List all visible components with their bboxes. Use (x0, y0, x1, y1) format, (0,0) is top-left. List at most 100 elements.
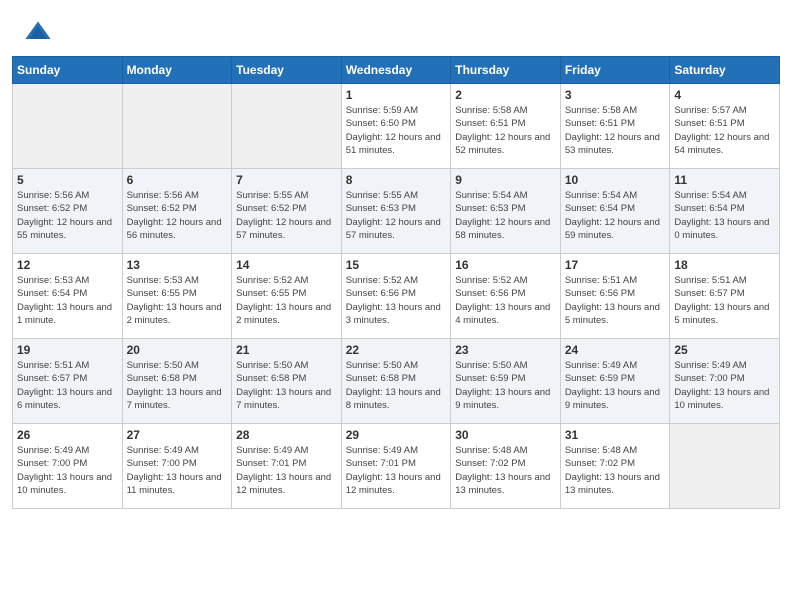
day-info: Sunrise: 5:48 AM Sunset: 7:02 PM Dayligh… (455, 444, 556, 497)
calendar-cell: 29 Sunrise: 5:49 AM Sunset: 7:01 PM Dayli… (341, 424, 451, 509)
day-number: 27 (127, 428, 228, 442)
logo-icon (24, 18, 52, 46)
day-number: 26 (17, 428, 118, 442)
day-number: 22 (346, 343, 447, 357)
calendar-cell: 23 Sunrise: 5:50 AM Sunset: 6:59 PM Dayli… (451, 339, 561, 424)
weekday-header-wednesday: Wednesday (341, 57, 451, 84)
day-info: Sunrise: 5:52 AM Sunset: 6:55 PM Dayligh… (236, 274, 337, 327)
day-number: 4 (674, 88, 775, 102)
calendar-cell (670, 424, 780, 509)
day-number: 8 (346, 173, 447, 187)
day-number: 11 (674, 173, 775, 187)
day-info: Sunrise: 5:54 AM Sunset: 6:54 PM Dayligh… (674, 189, 775, 242)
calendar-cell: 5 Sunrise: 5:56 AM Sunset: 6:52 PM Daylig… (13, 169, 123, 254)
calendar-cell: 12Sunrise: 5:53 AM Sunset: 6:54 PM Dayli… (13, 254, 123, 339)
day-number: 12 (17, 258, 118, 272)
day-number: 16 (455, 258, 556, 272)
day-number: 19 (17, 343, 118, 357)
calendar-header: SundayMondayTuesdayWednesdayThursdayFrid… (13, 57, 780, 84)
calendar-cell: 22 Sunrise: 5:50 AM Sunset: 6:58 PM Dayli… (341, 339, 451, 424)
day-info: Sunrise: 5:51 AM Sunset: 6:57 PM Dayligh… (17, 359, 118, 412)
calendar-cell: 24Sunrise: 5:49 AM Sunset: 6:59 PM Dayli… (560, 339, 670, 424)
calendar-cell: 13Sunrise: 5:53 AM Sunset: 6:55 PM Dayli… (122, 254, 232, 339)
day-info: Sunrise: 5:52 AM Sunset: 6:56 PM Dayligh… (455, 274, 556, 327)
day-number: 20 (127, 343, 228, 357)
day-number: 15 (346, 258, 447, 272)
calendar-table: SundayMondayTuesdayWednesdayThursdayFrid… (12, 56, 780, 509)
day-info: Sunrise: 5:55 AM Sunset: 6:53 PM Dayligh… (346, 189, 447, 242)
weekday-header-monday: Monday (122, 57, 232, 84)
calendar-cell: 3Sunrise: 5:58 AM Sunset: 6:51 PM Daylig… (560, 84, 670, 169)
calendar-cell: 11 Sunrise: 5:54 AM Sunset: 6:54 PM Dayli… (670, 169, 780, 254)
day-info: Sunrise: 5:56 AM Sunset: 6:52 PM Dayligh… (127, 189, 228, 242)
day-number: 17 (565, 258, 666, 272)
day-info: Sunrise: 5:50 AM Sunset: 6:59 PM Dayligh… (455, 359, 556, 412)
day-number: 30 (455, 428, 556, 442)
calendar-cell: 31 Sunrise: 5:48 AM Sunset: 7:02 PM Dayli… (560, 424, 670, 509)
calendar-cell: 8 Sunrise: 5:55 AM Sunset: 6:53 PM Daylig… (341, 169, 451, 254)
day-number: 23 (455, 343, 556, 357)
calendar-cell: 28 Sunrise: 5:49 AM Sunset: 7:01 PM Dayli… (232, 424, 342, 509)
calendar-cell: 17 Sunrise: 5:51 AM Sunset: 6:56 PM Dayli… (560, 254, 670, 339)
day-info: Sunrise: 5:50 AM Sunset: 6:58 PM Dayligh… (127, 359, 228, 412)
calendar-cell: 14 Sunrise: 5:52 AM Sunset: 6:55 PM Dayli… (232, 254, 342, 339)
day-info: Sunrise: 5:55 AM Sunset: 6:52 PM Dayligh… (236, 189, 337, 242)
day-info: Sunrise: 5:56 AM Sunset: 6:52 PM Dayligh… (17, 189, 118, 242)
calendar-cell (13, 84, 123, 169)
calendar-cell: 4 Sunrise: 5:57 AM Sunset: 6:51 PM Daylig… (670, 84, 780, 169)
weekday-header-saturday: Saturday (670, 57, 780, 84)
day-info: Sunrise: 5:57 AM Sunset: 6:51 PM Dayligh… (674, 104, 775, 157)
day-number: 9 (455, 173, 556, 187)
day-info: Sunrise: 5:58 AM Sunset: 6:51 PM Dayligh… (455, 104, 556, 157)
day-info: Sunrise: 5:54 AM Sunset: 6:53 PM Dayligh… (455, 189, 556, 242)
day-number: 25 (674, 343, 775, 357)
day-info: Sunrise: 5:48 AM Sunset: 7:02 PM Dayligh… (565, 444, 666, 497)
calendar-cell: 1Sunrise: 5:59 AM Sunset: 6:50 PM Daylig… (341, 84, 451, 169)
day-info: Sunrise: 5:49 AM Sunset: 7:01 PM Dayligh… (346, 444, 447, 497)
day-number: 2 (455, 88, 556, 102)
day-number: 6 (127, 173, 228, 187)
calendar-cell: 16 Sunrise: 5:52 AM Sunset: 6:56 PM Dayli… (451, 254, 561, 339)
day-info: Sunrise: 5:49 AM Sunset: 7:00 PM Dayligh… (674, 359, 775, 412)
day-info: Sunrise: 5:59 AM Sunset: 6:50 PM Dayligh… (346, 104, 447, 157)
calendar-week-4: 19 Sunrise: 5:51 AM Sunset: 6:57 PM Dayli… (13, 339, 780, 424)
calendar-cell: 26 Sunrise: 5:49 AM Sunset: 7:00 PM Dayli… (13, 424, 123, 509)
day-number: 29 (346, 428, 447, 442)
day-info: Sunrise: 5:49 AM Sunset: 7:00 PM Dayligh… (17, 444, 118, 497)
calendar-cell: 18Sunrise: 5:51 AM Sunset: 6:57 PM Dayli… (670, 254, 780, 339)
calendar-cell: 6 Sunrise: 5:56 AM Sunset: 6:52 PM Daylig… (122, 169, 232, 254)
calendar-week-3: 12Sunrise: 5:53 AM Sunset: 6:54 PM Dayli… (13, 254, 780, 339)
day-info: Sunrise: 5:50 AM Sunset: 6:58 PM Dayligh… (346, 359, 447, 412)
day-number: 5 (17, 173, 118, 187)
weekday-header-row: SundayMondayTuesdayWednesdayThursdayFrid… (13, 57, 780, 84)
day-info: Sunrise: 5:51 AM Sunset: 6:57 PM Dayligh… (674, 274, 775, 327)
logo (24, 18, 56, 46)
day-info: Sunrise: 5:49 AM Sunset: 6:59 PM Dayligh… (565, 359, 666, 412)
weekday-header-sunday: Sunday (13, 57, 123, 84)
day-info: Sunrise: 5:54 AM Sunset: 6:54 PM Dayligh… (565, 189, 666, 242)
day-number: 31 (565, 428, 666, 442)
calendar-cell: 21 Sunrise: 5:50 AM Sunset: 6:58 PM Dayli… (232, 339, 342, 424)
page-header (0, 0, 792, 56)
calendar-body: 1Sunrise: 5:59 AM Sunset: 6:50 PM Daylig… (13, 84, 780, 509)
day-info: Sunrise: 5:50 AM Sunset: 6:58 PM Dayligh… (236, 359, 337, 412)
day-info: Sunrise: 5:49 AM Sunset: 7:01 PM Dayligh… (236, 444, 337, 497)
calendar-cell: 27Sunrise: 5:49 AM Sunset: 7:00 PM Dayli… (122, 424, 232, 509)
calendar-week-1: 1Sunrise: 5:59 AM Sunset: 6:50 PM Daylig… (13, 84, 780, 169)
calendar-cell (232, 84, 342, 169)
day-number: 28 (236, 428, 337, 442)
calendar-cell: 2 Sunrise: 5:58 AM Sunset: 6:51 PM Daylig… (451, 84, 561, 169)
calendar-cell: 7Sunrise: 5:55 AM Sunset: 6:52 PM Daylig… (232, 169, 342, 254)
calendar-cell: 9 Sunrise: 5:54 AM Sunset: 6:53 PM Daylig… (451, 169, 561, 254)
calendar-cell: 19 Sunrise: 5:51 AM Sunset: 6:57 PM Dayli… (13, 339, 123, 424)
day-number: 10 (565, 173, 666, 187)
day-info: Sunrise: 5:51 AM Sunset: 6:56 PM Dayligh… (565, 274, 666, 327)
day-number: 13 (127, 258, 228, 272)
calendar-cell: 30 Sunrise: 5:48 AM Sunset: 7:02 PM Dayli… (451, 424, 561, 509)
day-number: 14 (236, 258, 337, 272)
day-number: 21 (236, 343, 337, 357)
weekday-header-thursday: Thursday (451, 57, 561, 84)
calendar-cell: 20 Sunrise: 5:50 AM Sunset: 6:58 PM Dayli… (122, 339, 232, 424)
calendar-cell: 25 Sunrise: 5:49 AM Sunset: 7:00 PM Dayli… (670, 339, 780, 424)
calendar-week-5: 26 Sunrise: 5:49 AM Sunset: 7:00 PM Dayli… (13, 424, 780, 509)
